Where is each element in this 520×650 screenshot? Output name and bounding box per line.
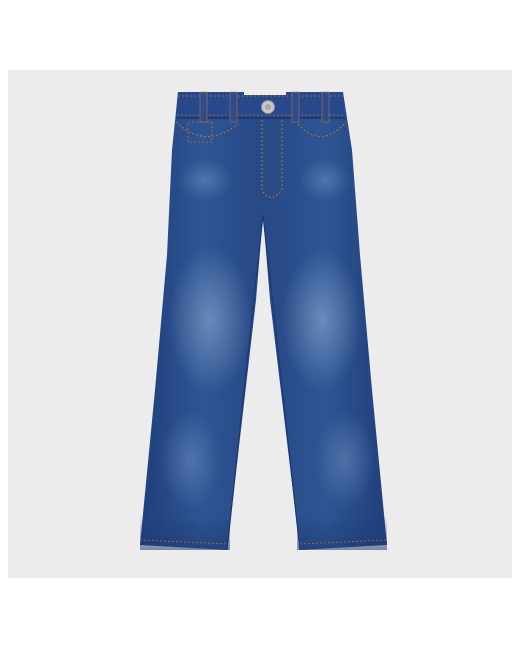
jeans-image (139, 90, 388, 551)
product-photo (0, 0, 520, 650)
waistband-label (244, 90, 286, 95)
